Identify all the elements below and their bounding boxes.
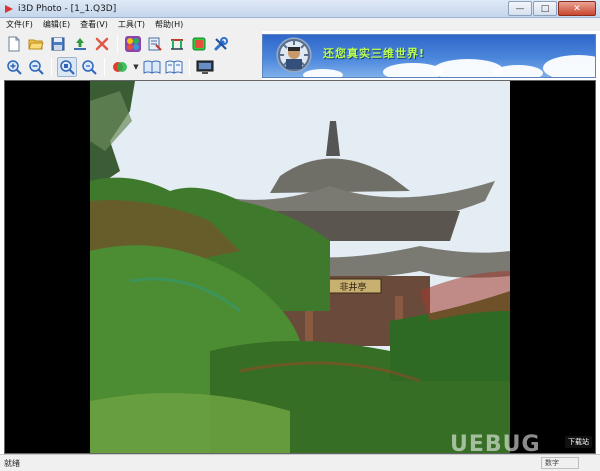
pavilion-signboard: 非井亭 [339,281,366,293]
new-file-icon [8,36,20,52]
cube-button[interactable] [189,34,209,54]
toolbar-separator [117,35,118,53]
zoom-fit-button[interactable] [57,57,77,77]
zoom-in-button[interactable] [4,57,24,77]
menu-tools[interactable]: 工具(T) [118,19,145,30]
export-button[interactable] [70,34,90,54]
export-icon [74,38,86,50]
stereo-mode-dropdown[interactable]: ▼ [132,57,140,77]
menu-file[interactable]: 文件(F) [6,19,33,30]
book-view-alt-button[interactable] [164,57,184,77]
status-text: 就绪 [4,458,20,468]
zoom-fit-icon [60,60,75,75]
folder-open-icon [28,39,44,50]
green-cube-icon [192,37,206,51]
minimize-button[interactable]: — [508,1,532,16]
toolbar-area: ▼ [0,31,262,80]
save-icon [51,37,65,51]
color-palette-button[interactable] [123,34,143,54]
status-mode: 数字 [541,457,579,469]
zoom-actual-icon [82,60,97,75]
zoom-out-button[interactable] [26,57,46,77]
stereo-photo[interactable]: 非井亭 [90,81,510,453]
image-viewport[interactable]: 非井亭 [4,80,596,454]
open-button[interactable] [26,34,46,54]
save-button[interactable] [48,34,68,54]
monitor-icon [196,60,214,74]
toolbar-separator [104,58,105,76]
display-button[interactable] [195,57,215,77]
toolbar-row-view: ▼ [4,56,215,78]
stereo-mode-button[interactable] [110,57,130,77]
maximize-button[interactable]: □ [533,1,557,16]
stereo-mode-icon [113,62,127,72]
menu-bar: 文件(F) 编辑(E) 查看(V) 工具(T) 帮助(H) [0,18,600,31]
tools-button[interactable] [211,34,231,54]
menu-edit[interactable]: 编辑(E) [43,19,70,30]
color-palette-icon [125,36,141,52]
app-icon [4,4,14,14]
title-bar: i3D Photo - [1_1.Q3D] — □ ✕ [0,0,600,18]
watermark-badge: 下载站 [565,436,592,448]
toolbar-row-main [4,33,231,55]
delete-icon [95,37,109,51]
banner-slogan: 还您真实三维世界! [323,47,426,60]
toolbar-separator [51,58,52,76]
align-tool-icon [171,39,183,50]
book-open-icon [143,60,161,74]
close-button[interactable]: ✕ [558,1,596,16]
stereo-editor-icon [148,37,162,51]
new-file-button[interactable] [4,34,24,54]
wrench-icon [214,37,228,51]
book-open-alt-icon [165,60,183,74]
menu-view[interactable]: 查看(V) [80,19,108,30]
zoom-in-icon [7,60,22,75]
window-title: i3D Photo - [1_1.Q3D] [18,3,117,14]
status-bar: 就绪 数字 [0,454,600,471]
banner-logo [275,37,313,77]
align-tool-button[interactable] [167,34,187,54]
book-view-button[interactable] [142,57,162,77]
menu-help[interactable]: 帮助(H) [155,19,183,30]
zoom-actual-button[interactable] [79,57,99,77]
promo-banner: 还您真实三维世界! [262,34,596,78]
delete-button[interactable] [92,34,112,54]
zoom-out-icon [29,60,44,75]
stereo-editor-button[interactable] [145,34,165,54]
toolbar-separator [189,58,190,76]
